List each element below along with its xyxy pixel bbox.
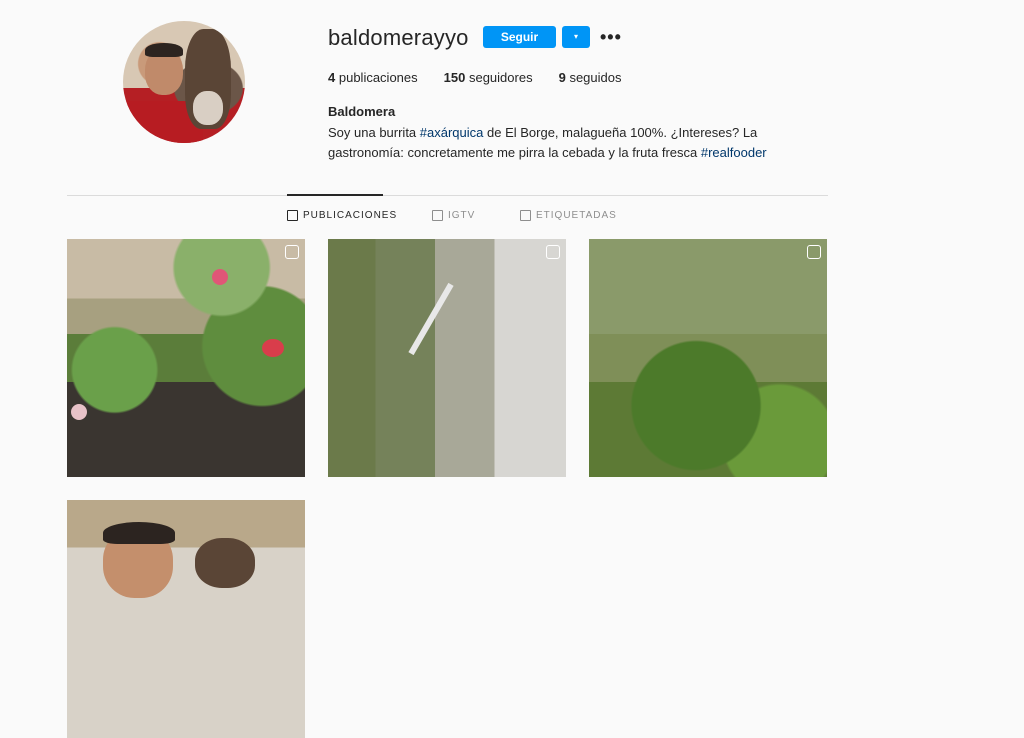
stat-followers-label: seguidores [468,70,533,85]
stat-posts-count: 4 [328,70,336,85]
man-hair [103,522,175,544]
follow-button[interactable]: Seguir [483,26,556,48]
post-thumbnail[interactable] [328,239,566,477]
flower [71,404,87,420]
post-thumbnail[interactable] [67,500,305,738]
post-thumbnail[interactable] [67,239,305,477]
avatar-donkey-muzzle [193,91,223,125]
tagged-icon [520,210,531,221]
stat-posts-label: publicaciones [338,70,418,85]
tab-etiquetadas[interactable]: ETIQUETADAS [520,210,617,221]
tabs-divider [67,195,828,196]
chevron-down-icon: ▾ [573,32,578,41]
stat-following[interactable]: 9 seguidos [559,70,622,85]
donkey [195,538,255,588]
more-options-icon[interactable]: ••• [600,27,622,48]
hashtag-link-axarquica[interactable]: #axárquica [420,125,484,140]
stat-following-count: 9 [558,70,566,85]
active-tab-indicator [287,194,383,196]
stat-posts: 4 publicaciones [328,70,418,85]
tab-igtv[interactable]: IGTV [432,210,475,221]
suggestions-dropdown-button[interactable]: ▾ [562,26,590,48]
profile-username: baldomerayyo [328,25,469,50]
stat-following-label: seguidos [569,70,622,85]
tab-label: PUBLICACIONES [303,210,398,221]
profile-stats: 4 publicaciones 150 seguidores 9 seguido… [328,70,647,85]
hashtag-link-realfooder[interactable]: #realfooder [701,145,767,160]
landscape-streak [408,282,454,356]
profile-full-name: Baldomera [328,104,396,119]
tab-label: ETIQUETADAS [536,210,617,221]
stat-followers[interactable]: 150 seguidores [444,70,533,85]
stat-followers-count: 150 [443,70,466,85]
tv-icon [432,210,443,221]
profile-avatar[interactable] [123,21,245,143]
video-badge-icon [546,245,560,259]
grid-icon [287,210,298,221]
bio-text: Soy una burrita [328,125,420,140]
video-badge-icon [807,245,821,259]
tab-label: IGTV [448,210,476,221]
tab-publicaciones[interactable]: PUBLICACIONES [287,210,397,221]
avatar-hair [145,43,183,57]
flower [212,269,228,285]
profile-bio: Soy una burrita #axárquica de El Borge, … [328,123,828,163]
flower [262,339,284,357]
post-thumbnail[interactable] [589,239,827,477]
video-badge-icon [285,245,299,259]
